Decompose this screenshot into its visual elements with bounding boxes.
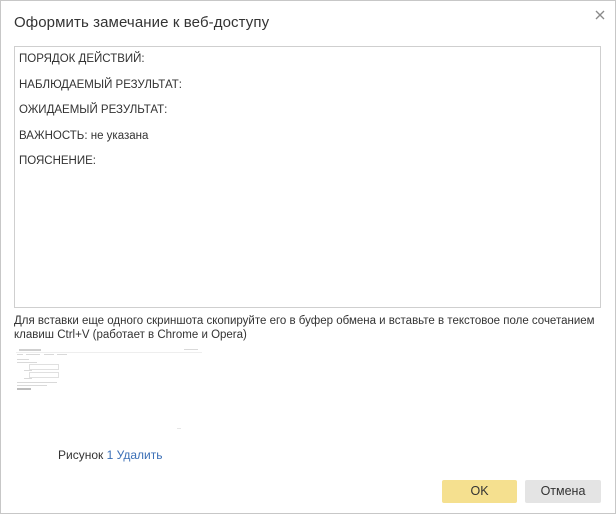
report-line-explanation: ПОЯСНЕНИЕ:	[19, 155, 96, 167]
report-dialog: Оформить замечание к веб-доступу ПОРЯДОК…	[0, 0, 616, 514]
report-textarea[interactable]: ПОРЯДОК ДЕЙСТВИЙ: НАБЛЮДАЕМЫЙ РЕЗУЛЬТАТ:…	[14, 46, 601, 308]
screenshot-thumbnail[interactable]	[14, 346, 202, 431]
ok-button[interactable]: OK	[442, 480, 517, 503]
caption-number: 1	[106, 448, 114, 462]
report-line-expected: ОЖИДАЕМЫЙ РЕЗУЛЬТАТ:	[19, 104, 168, 116]
report-line-steps: ПОРЯДОК ДЕЙСТВИЙ:	[19, 53, 145, 65]
cancel-button[interactable]: Отмена	[525, 480, 601, 503]
caption-label: Рисунок	[58, 448, 104, 462]
close-icon[interactable]	[593, 8, 607, 22]
attachment-caption: Рисунок 1 Удалить	[58, 448, 162, 462]
report-line-severity: ВАЖНОСТЬ: не указана	[19, 129, 149, 142]
paste-hint: Для вставки еще одного скриншота скопиру…	[14, 315, 595, 341]
delete-attachment-link[interactable]: Удалить	[117, 448, 163, 462]
dialog-title: Оформить замечание к веб-доступу	[14, 14, 270, 31]
report-line-observed: НАБЛЮДАЕМЫЙ РЕЗУЛЬТАТ:	[19, 78, 182, 91]
